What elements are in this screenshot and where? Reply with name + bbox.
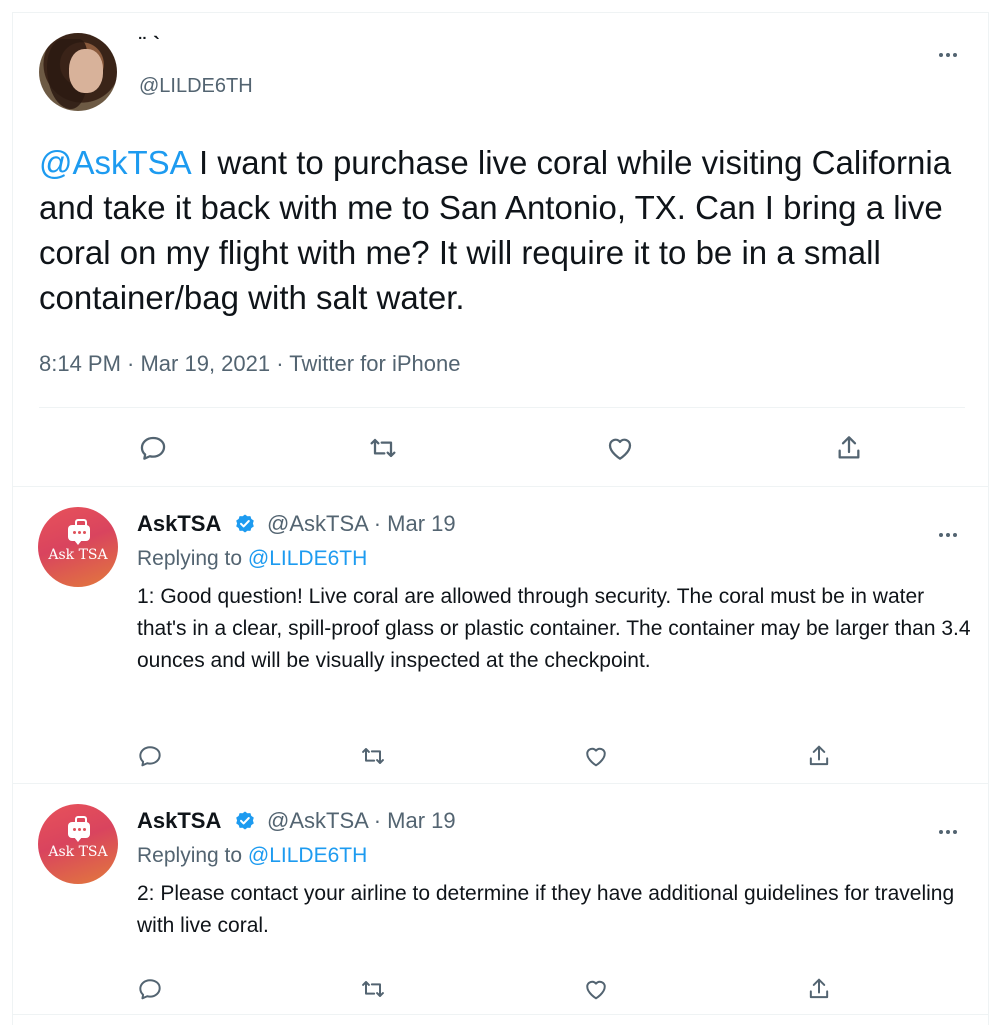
reply-text: 2: Please contact your airline to determ… — [137, 882, 955, 937]
reply-handle-date[interactable]: @AskTSA · Mar 19 — [267, 511, 456, 537]
share-button[interactable] — [831, 430, 867, 466]
retweet-button[interactable] — [358, 974, 388, 1004]
main-tweet: ¨ ` @LILDE6TH @AskTSA I want to purchase… — [13, 13, 988, 487]
replying-to: Replying to @LILDE6TH — [137, 844, 367, 868]
retweet-icon — [362, 748, 384, 764]
chat-bubble-icon — [68, 822, 90, 838]
verified-badge-icon — [236, 514, 254, 533]
tweet-metadata[interactable]: 8:14 PM · Mar 19, 2021 · Twitter for iPh… — [39, 351, 460, 377]
asktsa-avatar[interactable]: Ask TSA — [38, 507, 118, 587]
reply-button[interactable] — [135, 741, 165, 771]
reply-icon — [140, 436, 166, 460]
reply-tweet: Ask TSA AskTSA @AskTSA · Mar 19 Replying… — [13, 784, 988, 1015]
like-icon — [608, 438, 632, 460]
share-button[interactable] — [804, 741, 834, 771]
like-button[interactable] — [581, 741, 611, 771]
more-options-icon[interactable] — [933, 525, 963, 545]
user-avatar[interactable] — [39, 33, 117, 111]
user-display-name[interactable]: ¨ ` — [139, 35, 161, 55]
reply-author-name[interactable]: AskTSA — [137, 511, 221, 537]
reply-button[interactable] — [135, 974, 165, 1004]
replying-prefix: Replying to — [137, 844, 248, 867]
reply-tweet: Ask TSA AskTSA @AskTSA · Mar 19 Replying… — [13, 487, 988, 784]
reply-button[interactable] — [135, 430, 171, 466]
share-icon — [809, 978, 829, 999]
like-button[interactable] — [581, 974, 611, 1004]
verified-badge-icon — [236, 811, 254, 830]
tweet-thread: ¨ ` @LILDE6TH @AskTSA I want to purchase… — [12, 12, 989, 1025]
reply-text: 1: Good question! Live coral are allowed… — [137, 585, 971, 672]
like-icon — [586, 980, 606, 1000]
tweet-text: @AskTSA I want to purchase live coral wh… — [39, 140, 979, 320]
avatar-label: Ask TSA — [48, 547, 108, 563]
asktsa-avatar[interactable]: Ask TSA — [38, 804, 118, 884]
retweet-button[interactable] — [365, 430, 401, 466]
replying-prefix: Replying to — [137, 547, 248, 570]
reply-handle-date[interactable]: @AskTSA · Mar 19 — [267, 808, 456, 834]
share-icon — [838, 436, 860, 459]
like-icon — [586, 747, 606, 767]
mention-link[interactable]: @AskTSA — [39, 144, 190, 181]
more-options-icon[interactable] — [933, 45, 963, 65]
share-icon — [809, 745, 829, 766]
more-options-icon[interactable] — [933, 822, 963, 842]
like-button[interactable] — [602, 430, 638, 466]
replying-to-link[interactable]: @LILDE6TH — [248, 547, 367, 570]
user-handle[interactable]: @LILDE6TH — [139, 75, 253, 98]
replying-to-link[interactable]: @LILDE6TH — [248, 844, 367, 867]
retweet-button[interactable] — [358, 741, 388, 771]
divider — [39, 407, 965, 408]
replying-to: Replying to @LILDE6TH — [137, 547, 367, 571]
reply-author-name[interactable]: AskTSA — [137, 808, 221, 834]
avatar-label: Ask TSA — [48, 844, 108, 860]
avatar-face — [69, 49, 103, 93]
bubble-tail — [74, 540, 82, 545]
bubble-tail — [74, 837, 82, 842]
share-button[interactable] — [804, 974, 834, 1004]
retweet-icon — [362, 981, 384, 997]
retweet-icon — [370, 438, 396, 458]
chat-bubble-icon — [68, 525, 90, 541]
reply-icon — [139, 746, 161, 767]
reply-icon — [139, 979, 161, 1000]
